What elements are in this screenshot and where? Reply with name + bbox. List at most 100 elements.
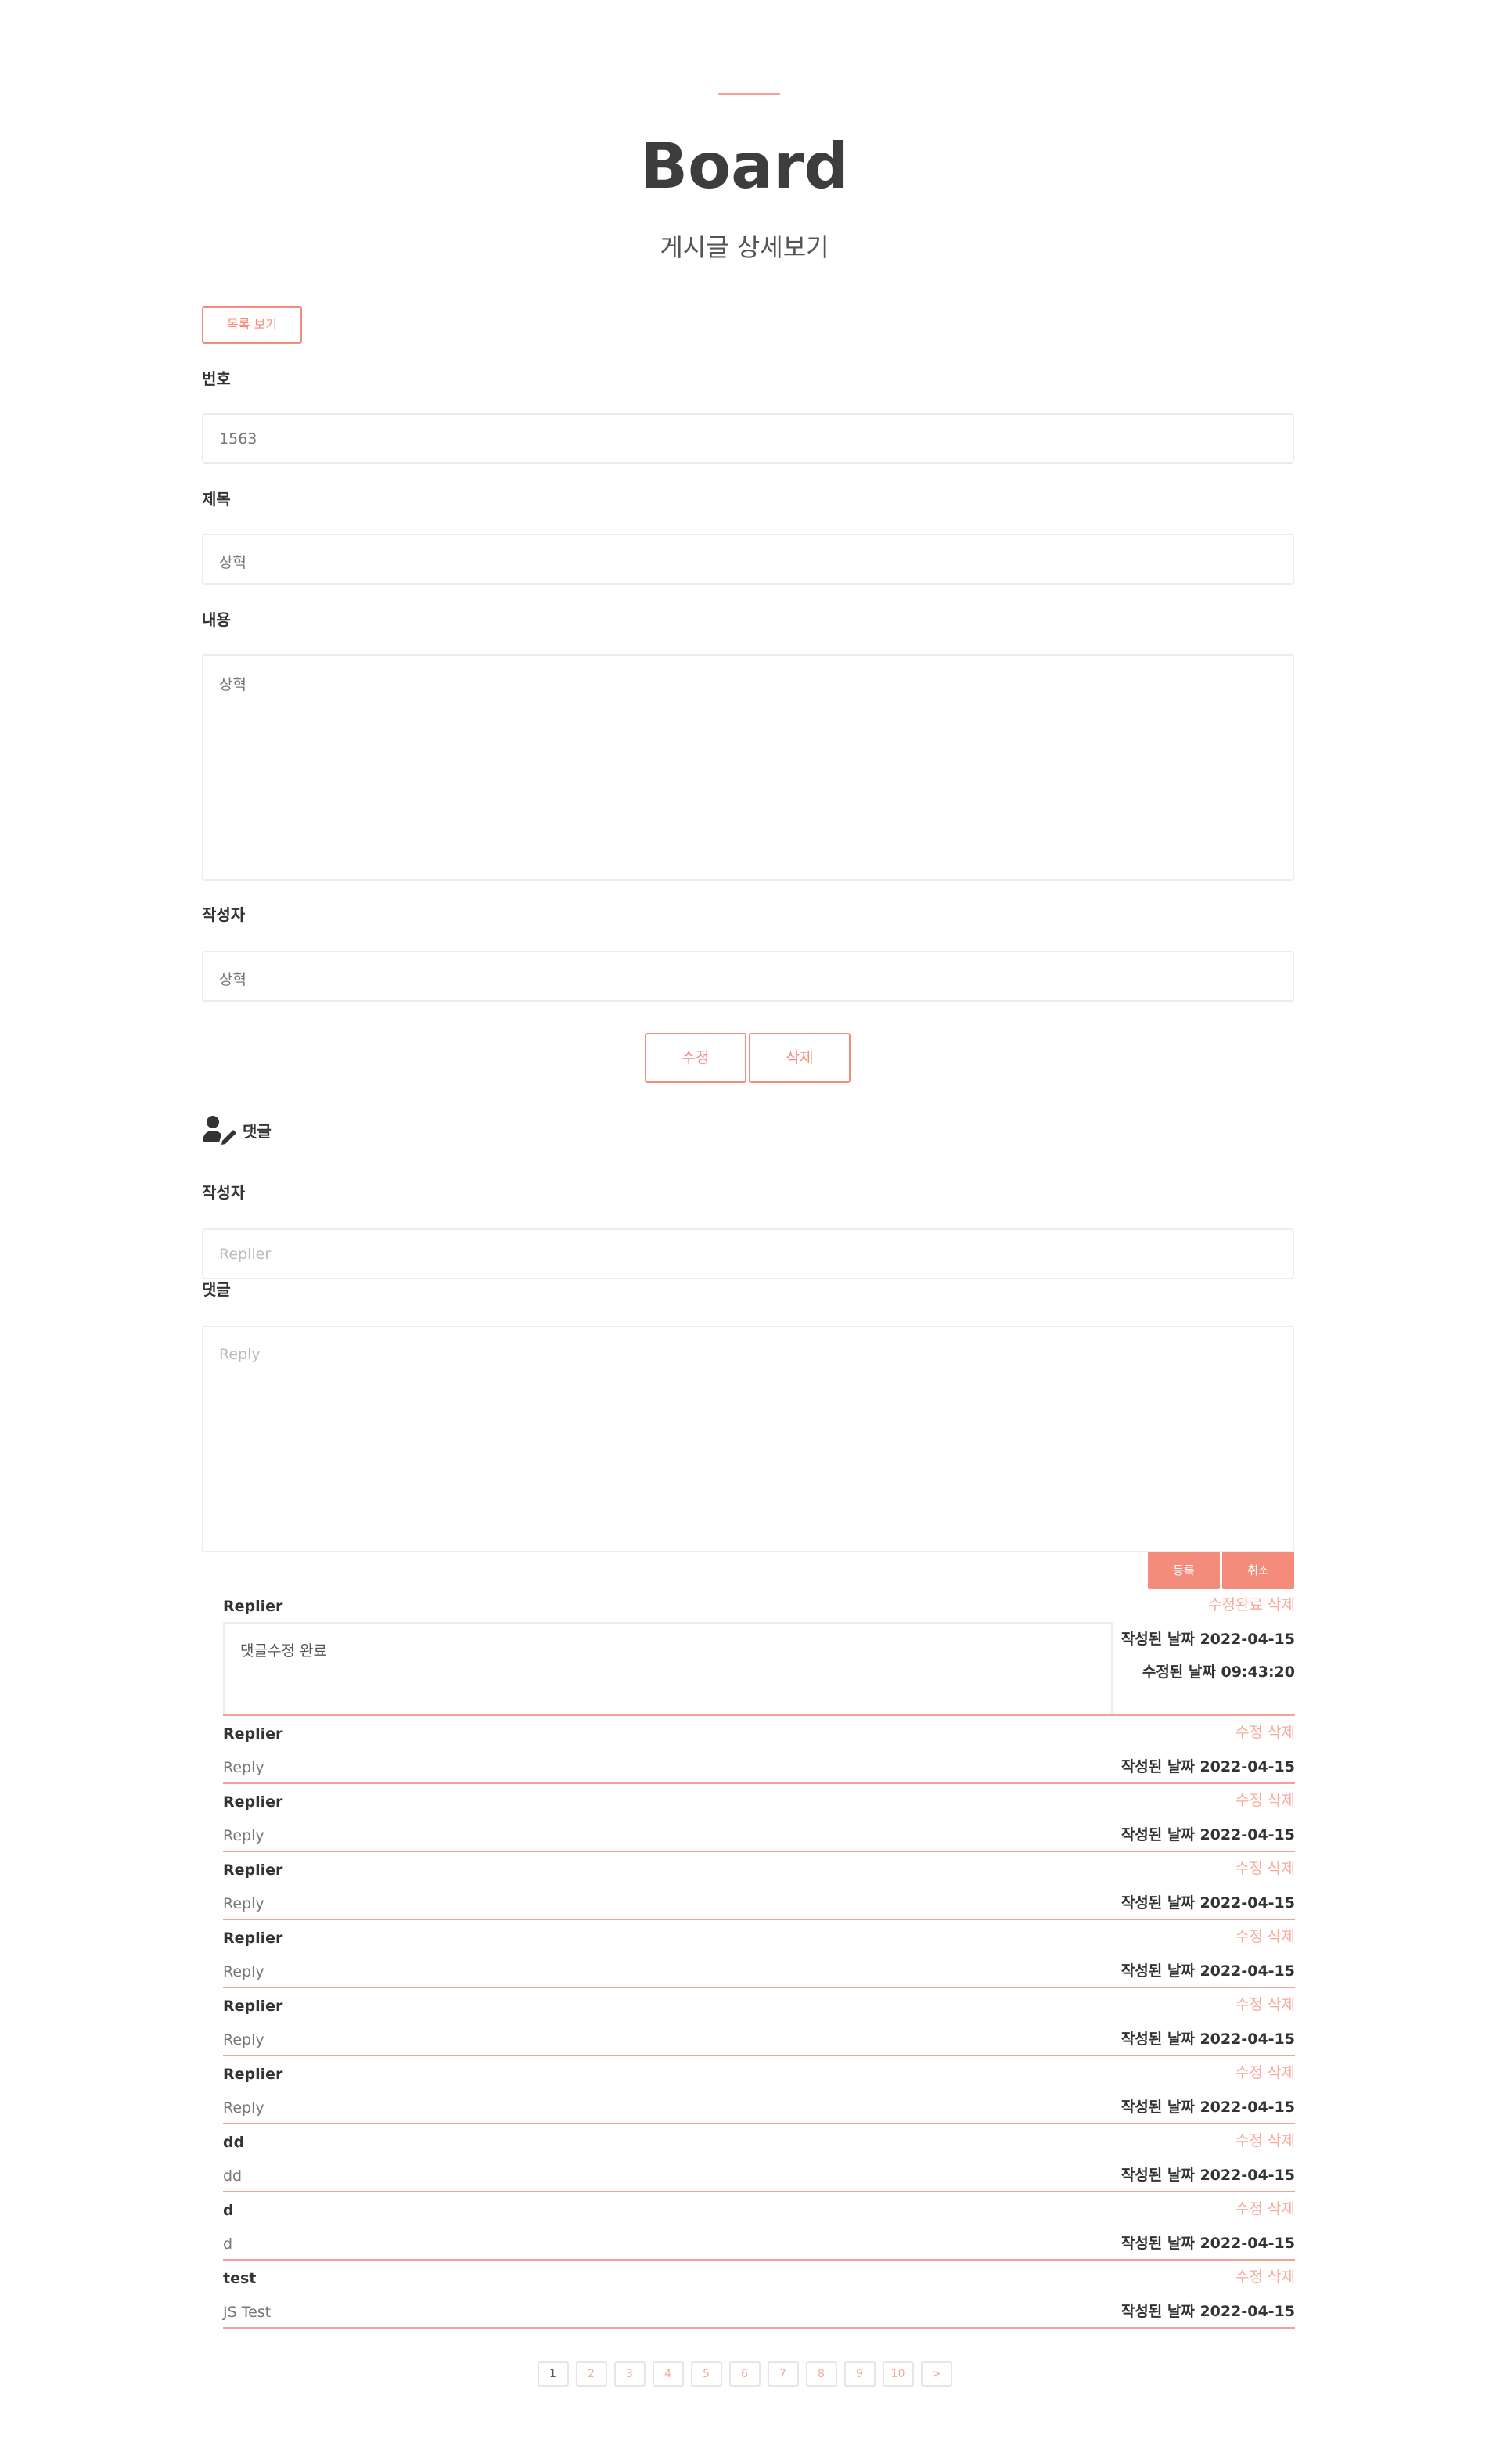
- page-title: Board: [640, 130, 849, 203]
- edit-reply-textarea[interactable]: 댓글수정 완료: [223, 1622, 1113, 1714]
- reply-date: 작성된 날짜 2022-04-15: [1120, 2031, 1295, 2048]
- delete-reply-link[interactable]: 삭제: [1268, 1860, 1295, 1877]
- edit-post-button[interactable]: 수정: [645, 1033, 746, 1083]
- delete-reply-link[interactable]: 삭제: [1268, 1928, 1295, 1945]
- reply-row: Replier 수정 삭제 Reply 작성된 날짜 2022-04-15: [223, 2056, 1295, 2124]
- reply-text: d: [223, 2236, 233, 2253]
- list-button[interactable]: 목록 보기: [202, 306, 302, 344]
- replier-input[interactable]: Replier: [202, 1228, 1294, 1279]
- reply-actions: 수정 삭제: [1235, 1722, 1295, 1743]
- reply-author: Replier: [223, 1930, 283, 1947]
- pagination: 1 2 3 4 5 6 7 8 9 10 >: [0, 2361, 1489, 2387]
- reply-row: Replier 수정 삭제 Reply 작성된 날짜 2022-04-15: [223, 1920, 1295, 1988]
- reply-actions: 수정 삭제: [1235, 1858, 1295, 1879]
- reply-row: Replier 수정 삭제 Reply 작성된 날짜 2022-04-15: [223, 1852, 1295, 1920]
- edit-reply-link[interactable]: 수정: [1235, 2064, 1263, 2081]
- page-6-button[interactable]: 6: [728, 2361, 761, 2387]
- editing-reply-name: Replier: [223, 1598, 283, 1615]
- reply-author: Replier: [223, 1725, 283, 1743]
- reply-heading-label: 댓글: [243, 1121, 272, 1141]
- reply-date: 작성된 날짜 2022-04-15: [1120, 1894, 1295, 1912]
- reply-row: Replier 수정 삭제 Reply 작성된 날짜 2022-04-15: [223, 1784, 1295, 1852]
- reply-text: Reply: [223, 1759, 264, 1776]
- reply-date: 작성된 날짜 2022-04-15: [1120, 2303, 1295, 2320]
- modified-date: 수정된 날짜 09:43:20: [1142, 1664, 1295, 1681]
- reply-actions: 수정 삭제: [1235, 2199, 1295, 2219]
- edit-reply-link[interactable]: 수정: [1235, 2268, 1263, 2286]
- reply-date: 작성된 날짜 2022-04-15: [1120, 1826, 1295, 1844]
- user-edit-icon: [203, 1116, 236, 1145]
- reply-date: 작성된 날짜 2022-04-15: [1120, 2099, 1295, 2116]
- page-3-button[interactable]: 3: [613, 2361, 646, 2387]
- reply-row: d 수정 삭제 d 작성된 날짜 2022-04-15: [223, 2192, 1295, 2261]
- edit-reply-link[interactable]: 수정: [1235, 2200, 1263, 2218]
- reply-row: test 수정 삭제 JS Test 작성된 날짜 2022-04-15: [223, 2261, 1295, 2329]
- reply-author: Replier: [223, 2066, 283, 2083]
- reply-text: Reply: [223, 1895, 264, 1912]
- reply-text: Reply: [223, 2031, 264, 2049]
- reply-actions: 수정 삭제: [1235, 1995, 1295, 2015]
- page-subtitle: 게시글 상세보기: [660, 232, 829, 262]
- reply-text: Reply: [223, 1963, 264, 1980]
- edit-reply-link[interactable]: 수정: [1235, 1860, 1263, 1877]
- reply-actions: 수정 삭제: [1235, 2131, 1295, 2151]
- reply-author: dd: [223, 2134, 245, 2151]
- delete-reply-link[interactable]: 삭제: [1268, 1596, 1295, 1613]
- reply-text: Reply: [223, 2099, 264, 2117]
- delete-reply-link[interactable]: 삭제: [1268, 2064, 1295, 2081]
- next-page-button[interactable]: >: [920, 2361, 952, 2387]
- reply-actions: 수정 삭제: [1235, 2267, 1295, 2287]
- delete-reply-link[interactable]: 삭제: [1268, 2200, 1295, 2218]
- reply-date: 작성된 날짜 2022-04-15: [1120, 1758, 1295, 1775]
- edit-reply-link[interactable]: 수정: [1235, 1996, 1263, 2013]
- reply-actions: 수정 삭제: [1235, 1926, 1295, 1947]
- reply-author: d: [223, 2202, 234, 2219]
- delete-reply-link[interactable]: 삭제: [1268, 1996, 1295, 2013]
- reply-author: Replier: [223, 1793, 283, 1811]
- reply-row: Replier 수정 삭제 Reply 작성된 날짜 2022-04-15: [223, 1988, 1295, 2056]
- delete-reply-link[interactable]: 삭제: [1268, 1792, 1295, 1809]
- page-8-button[interactable]: 8: [805, 2361, 837, 2387]
- page-4-button[interactable]: 4: [652, 2361, 684, 2387]
- reply-text: JS Test: [223, 2304, 272, 2321]
- reply-text: dd: [223, 2167, 243, 2185]
- page-10-button[interactable]: 10: [882, 2361, 914, 2387]
- number-field[interactable]: 1563: [202, 413, 1294, 464]
- reply-date: 작성된 날짜 2022-04-15: [1120, 1962, 1295, 1980]
- cancel-reply-button[interactable]: 취소: [1222, 1552, 1294, 1589]
- reply-textarea[interactable]: Reply: [202, 1326, 1294, 1552]
- page-7-button[interactable]: 7: [767, 2361, 799, 2387]
- title-field[interactable]: 상혁: [202, 534, 1294, 585]
- submit-reply-button[interactable]: 등록: [1148, 1552, 1220, 1589]
- reply-date: 작성된 날짜 2022-04-15: [1120, 2167, 1295, 2184]
- edit-reply-link[interactable]: 수정: [1235, 1928, 1263, 1945]
- delete-reply-link[interactable]: 삭제: [1268, 2132, 1295, 2149]
- content-label: 내용: [202, 610, 231, 629]
- writer-label: 작성자: [202, 905, 246, 924]
- reply-actions: 수정 삭제: [1235, 1790, 1295, 1811]
- title-accent-line: [718, 93, 780, 95]
- editing-reply-actions: 수정완료 삭제: [1208, 1595, 1295, 1615]
- content-textarea[interactable]: 상혁: [202, 654, 1294, 881]
- page-9-button[interactable]: 9: [843, 2361, 876, 2387]
- reply-actions: 수정 삭제: [1235, 2063, 1295, 2083]
- page-2-button[interactable]: 2: [575, 2361, 607, 2387]
- delete-post-button[interactable]: 삭제: [749, 1033, 851, 1083]
- reply-author: Replier: [223, 1861, 283, 1879]
- page-5-button[interactable]: 5: [690, 2361, 722, 2387]
- edit-reply-link[interactable]: 수정: [1235, 2132, 1263, 2149]
- delete-reply-link[interactable]: 삭제: [1268, 2268, 1295, 2286]
- reply-writer-label: 작성자: [202, 1183, 246, 1202]
- page-1-button[interactable]: 1: [537, 2361, 569, 2387]
- reply-author: Replier: [223, 1998, 283, 2015]
- created-date: 작성된 날짜 2022-04-15: [1120, 1631, 1295, 1648]
- reply-row: dd 수정 삭제 dd 작성된 날짜 2022-04-15: [223, 2124, 1295, 2192]
- delete-reply-link[interactable]: 삭제: [1268, 1724, 1295, 1741]
- reply-date: 작성된 날짜 2022-04-15: [1120, 2235, 1295, 2252]
- reply-text: Reply: [223, 1827, 264, 1844]
- reply-author: test: [223, 2270, 257, 2287]
- edit-reply-link[interactable]: 수정: [1235, 1724, 1263, 1741]
- edit-reply-link[interactable]: 수정: [1235, 1792, 1263, 1809]
- confirm-edit-link[interactable]: 수정완료: [1208, 1596, 1263, 1613]
- writer-field[interactable]: 상혁: [202, 951, 1294, 1002]
